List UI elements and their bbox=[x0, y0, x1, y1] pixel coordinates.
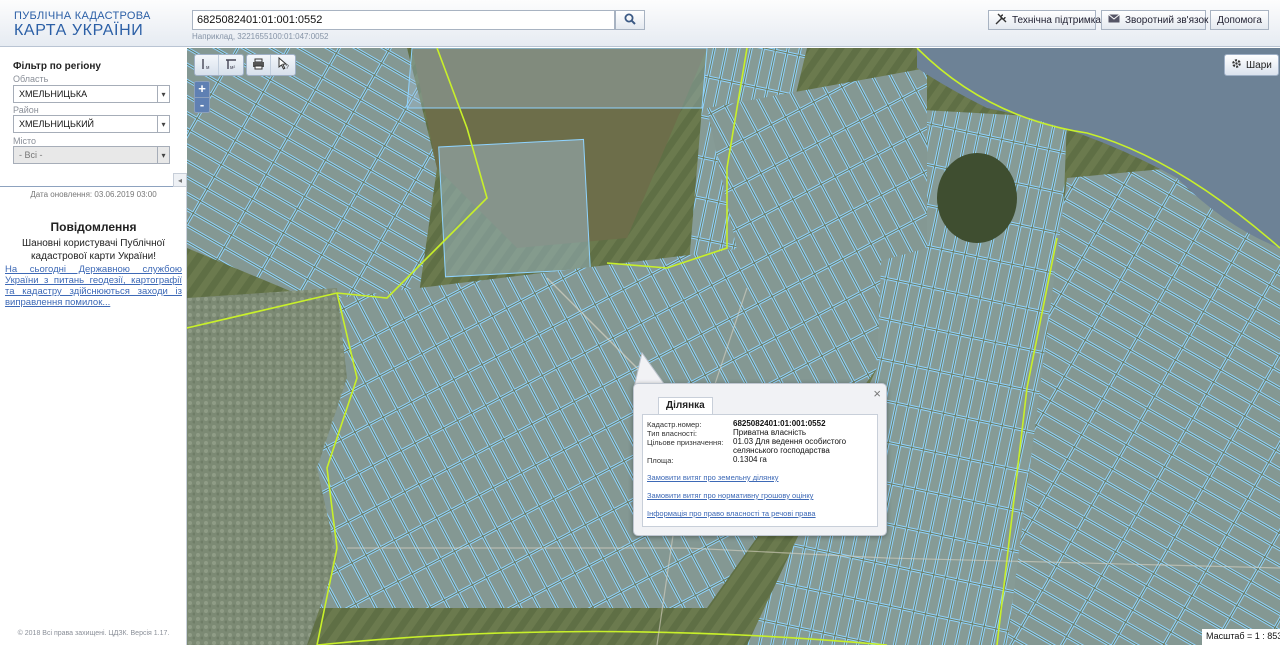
gear-icon bbox=[1231, 58, 1242, 72]
svg-text:м: м bbox=[206, 65, 210, 71]
logo-line2: КАРТА УКРАЇНИ bbox=[14, 22, 144, 39]
identify-button[interactable]: ? bbox=[271, 55, 295, 75]
rayon-select[interactable]: ХМЕЛЬНИЦЬКИЙ ▾ bbox=[13, 115, 170, 133]
printer-icon bbox=[252, 58, 265, 73]
zoom-in-button[interactable]: + bbox=[195, 82, 209, 97]
chevron-down-icon: ▾ bbox=[157, 147, 169, 163]
oblast-select[interactable]: ХМЕЛЬНИЦЬКА ▾ bbox=[13, 85, 170, 103]
ownership-type-label: Тип власності: bbox=[647, 429, 697, 438]
rayon-value: ХМЕЛЬНИЦЬКИЙ bbox=[19, 119, 95, 129]
layers-button[interactable]: Шари bbox=[1224, 54, 1279, 76]
rayon-label: Район bbox=[13, 105, 39, 115]
close-icon[interactable]: × bbox=[873, 386, 881, 401]
tech-support-label: Технічна підтримка bbox=[1012, 14, 1101, 26]
notice-link[interactable]: На сьогодні Державною службою України з … bbox=[5, 264, 182, 308]
ownership-type-value: Приватна власність bbox=[733, 428, 807, 437]
misto-value: - Всі - bbox=[19, 150, 43, 160]
order-valuation-extract-link[interactable]: Замовити витяг про нормативну грошову оц… bbox=[647, 491, 813, 500]
area-label: Площа: bbox=[647, 456, 674, 465]
help-button[interactable]: Допомога bbox=[1210, 10, 1269, 30]
purpose-value: 01.03 Для ведення особистого селянського… bbox=[733, 437, 847, 455]
zoom-out-button[interactable]: - bbox=[195, 97, 209, 112]
cadastral-search-input[interactable] bbox=[192, 10, 615, 30]
misto-label: Місто bbox=[13, 136, 37, 146]
map-toolbar: м м² ? bbox=[194, 54, 296, 76]
scale-readout: Масштаб = 1 : 8531 bbox=[1202, 629, 1280, 645]
order-parcel-extract-link[interactable]: Замовити витяг про земельну ділянку bbox=[647, 473, 779, 482]
action-tools: ? bbox=[246, 54, 296, 76]
search-icon bbox=[624, 13, 636, 28]
search-button[interactable] bbox=[615, 10, 645, 30]
map-view[interactable]: м м² ? + - Шари Масштаб = 1 : 8531 × Діл… bbox=[187, 48, 1280, 645]
zoom-control: + - bbox=[194, 81, 210, 113]
misto-select[interactable]: - Всі - ▾ bbox=[13, 146, 170, 164]
parcel-info-popup: × Ділянка Кадастр.номер: 6825082401:01:0… bbox=[633, 383, 887, 536]
oblast-value: ХМЕЛЬНИЦЬКА bbox=[19, 89, 88, 99]
layers-label: Шари bbox=[1246, 59, 1272, 71]
oblast-label: Область bbox=[13, 74, 49, 84]
parcel-details: Кадастр.номер: 6825082401:01:001:0552 Ти… bbox=[642, 414, 878, 527]
measure-area-button[interactable]: м² bbox=[219, 55, 243, 75]
ownership-info-link[interactable]: Інформація про право власності та речові… bbox=[647, 509, 816, 518]
print-button[interactable] bbox=[247, 55, 271, 75]
copyright: © 2018 Всі права захищені. ЦДЗК. Версія … bbox=[17, 630, 170, 637]
area-value: 0.1304 га bbox=[733, 455, 767, 464]
envelope-icon bbox=[1108, 14, 1120, 26]
svg-text:?: ? bbox=[285, 65, 289, 70]
search-hint: Наприклад, 3221655100:01:047:0052 bbox=[192, 32, 329, 41]
cadastral-number-value: 6825082401:01:001:0552 bbox=[733, 419, 826, 428]
sidebar: Фільтр по регіону Область ХМЕЛЬНИЦЬКА ▾ … bbox=[0, 48, 187, 645]
help-label: Допомога bbox=[1217, 14, 1262, 26]
pointer-question-icon: ? bbox=[277, 56, 290, 73]
logo-line1: ПУБЛІЧНА КАДАСТРОВА bbox=[14, 10, 151, 22]
purpose-label: Цільове призначення: bbox=[647, 438, 724, 447]
filter-title: Фільтр по регіону bbox=[13, 61, 101, 72]
satellite-map bbox=[187, 48, 1280, 645]
svg-text:м²: м² bbox=[230, 65, 235, 71]
notice-text: Шановні користувачі Публічної кадастрово… bbox=[22, 238, 165, 262]
tools-icon bbox=[995, 13, 1007, 28]
area-icon: м² bbox=[224, 57, 238, 74]
update-date: Дата оновлення: 03.06.2019 03:00 bbox=[30, 190, 157, 199]
collapse-sidebar-button[interactable]: ◂ bbox=[173, 173, 187, 187]
tech-support-button[interactable]: Технічна підтримка bbox=[988, 10, 1101, 30]
cadastral-number-label: Кадастр.номер: bbox=[647, 420, 702, 429]
feedback-button[interactable]: Зворотний зв'язок bbox=[1101, 10, 1209, 30]
feedback-label: Зворотний зв'язок bbox=[1125, 14, 1209, 26]
site-logo[interactable]: ПУБЛІЧНА КАДАСТРОВА КАРТА УКРАЇНИ bbox=[14, 11, 151, 39]
measure-distance-button[interactable]: м bbox=[195, 55, 219, 75]
chevron-down-icon: ▾ bbox=[157, 86, 169, 102]
chevron-down-icon: ▾ bbox=[157, 116, 169, 132]
header: ПУБЛІЧНА КАДАСТРОВА КАРТА УКРАЇНИ Наприк… bbox=[0, 0, 1280, 47]
region-filter: Фільтр по регіону Область ХМЕЛЬНИЦЬКА ▾ … bbox=[0, 48, 187, 187]
ruler-icon: м bbox=[200, 57, 214, 74]
notice-title: Повідомлення bbox=[50, 220, 137, 234]
tab-parcel[interactable]: Ділянка bbox=[658, 397, 713, 415]
measure-tools: м м² bbox=[194, 54, 244, 76]
